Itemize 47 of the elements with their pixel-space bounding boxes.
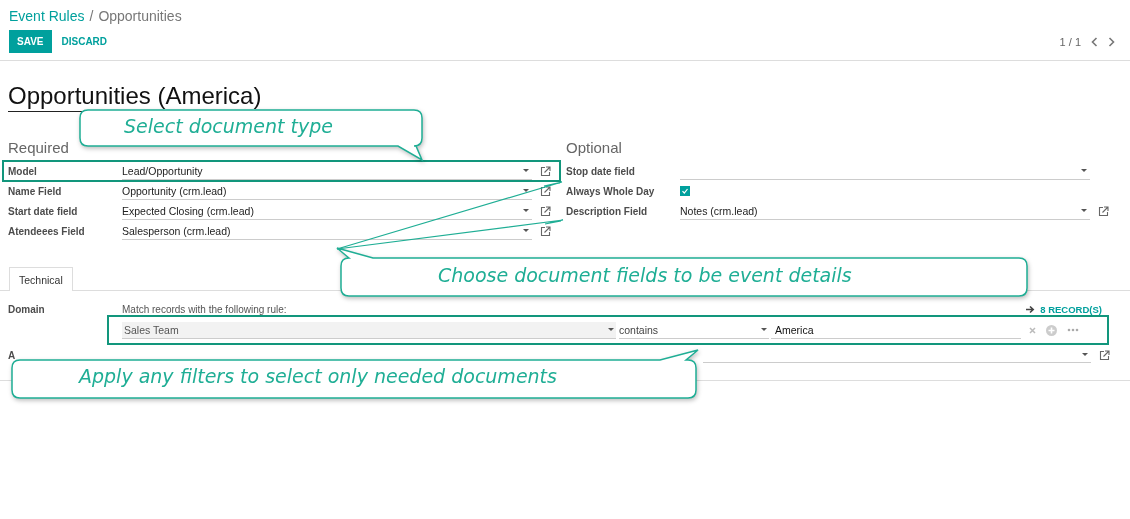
caret-icon bbox=[523, 168, 529, 173]
select-field[interactable]: Notes (crm.lead) bbox=[680, 202, 1090, 220]
caret-icon bbox=[1081, 208, 1087, 213]
next-icon[interactable] bbox=[1108, 36, 1115, 47]
field-label: Atendeees Field bbox=[8, 225, 86, 237]
callout-text: Choose document fields to be event details bbox=[438, 263, 852, 287]
group-heading: Optional bbox=[566, 138, 623, 158]
select-field[interactable]: Expected Closing (crm.lead) bbox=[122, 202, 532, 220]
domain-hint: Match records with the following rule: bbox=[122, 304, 287, 315]
field-label: A bbox=[8, 349, 16, 361]
breadcrumb-separator: / bbox=[89, 8, 94, 24]
external-link-icon[interactable] bbox=[540, 185, 551, 197]
more-icon[interactable] bbox=[1067, 328, 1079, 332]
select-field[interactable]: Lead/Opportunity bbox=[122, 162, 532, 180]
tab[interactable]: Technical bbox=[9, 267, 73, 291]
pager-counter: 1 / 1 bbox=[1059, 35, 1081, 48]
operator-select[interactable]: contains bbox=[619, 321, 769, 339]
external-link-icon[interactable] bbox=[1099, 349, 1110, 361]
external-link-icon[interactable] bbox=[540, 205, 551, 217]
field-label: Description Field bbox=[566, 205, 649, 217]
rule-field-select[interactable]: Sales Team bbox=[122, 321, 616, 339]
external-link-icon[interactable] bbox=[1098, 205, 1109, 217]
select-field[interactable]: Salesperson (crm.lead) bbox=[122, 222, 532, 240]
caret-icon bbox=[523, 188, 529, 193]
callout-text: Select document type bbox=[124, 114, 333, 138]
caret-icon bbox=[608, 327, 614, 332]
field-label: Always Whole Day bbox=[566, 185, 656, 197]
external-link-icon[interactable] bbox=[540, 225, 551, 237]
breadcrumb-current: Opportunities bbox=[98, 8, 182, 24]
caret-icon bbox=[1082, 352, 1088, 357]
checkbox[interactable] bbox=[680, 186, 690, 196]
caret-icon bbox=[1081, 168, 1087, 173]
field-label: Stop date field bbox=[566, 165, 636, 177]
caret-icon bbox=[523, 228, 529, 233]
rule-value-field[interactable]: America bbox=[771, 321, 1021, 339]
group-heading: Required bbox=[8, 138, 70, 158]
previous-icon[interactable] bbox=[1091, 36, 1098, 47]
field-label: Name Field bbox=[8, 185, 63, 197]
external-link-icon[interactable] bbox=[540, 165, 551, 177]
field-label: Domain bbox=[8, 304, 46, 317]
caret-icon bbox=[523, 208, 529, 213]
select-field[interactable]: Opportunity (crm.lead) bbox=[122, 182, 532, 200]
callout-text: Apply any filters to select only needed documents bbox=[79, 364, 557, 388]
field-label: Start date field bbox=[8, 205, 79, 217]
field-label: Model bbox=[8, 165, 38, 177]
caret-icon bbox=[761, 327, 767, 332]
arrow-right-icon bbox=[1026, 305, 1036, 314]
